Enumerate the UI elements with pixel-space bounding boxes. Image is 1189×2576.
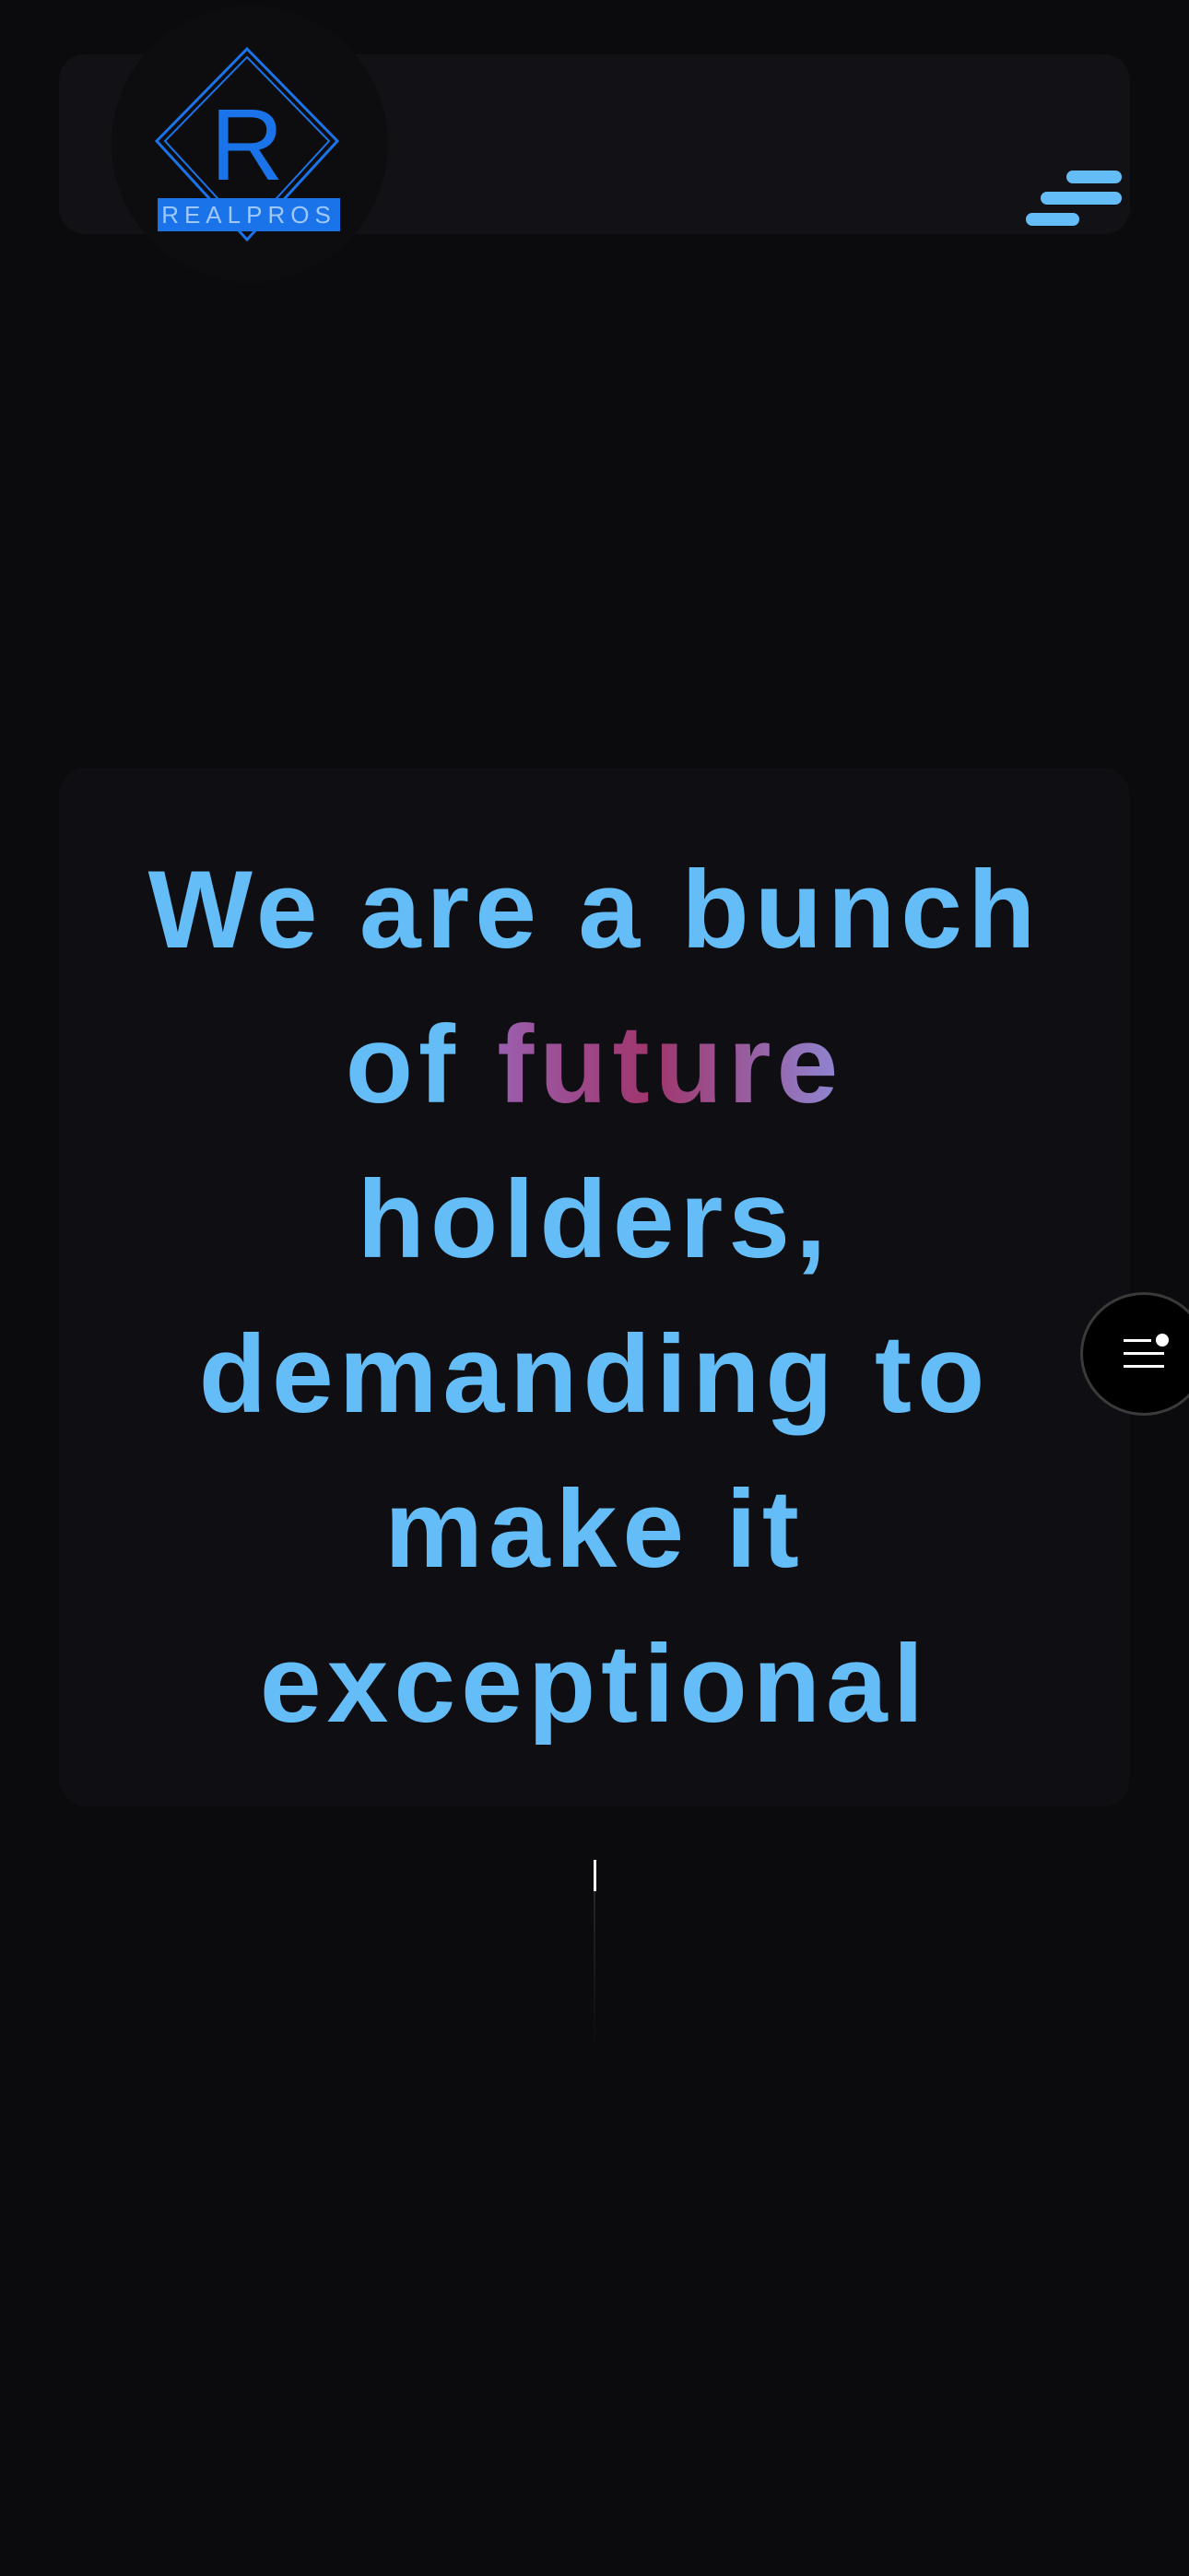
- hero-line-6: exceptional: [259, 1622, 930, 1746]
- menu-icon-bar-top: [1066, 171, 1122, 183]
- list-menu-icon: [1124, 1334, 1169, 1368]
- logo-wordmark: REALPROS: [161, 201, 336, 229]
- hero-line-1: We are a bunch: [147, 848, 1042, 971]
- page: R REALPROS We are a bunch of future hold…: [0, 0, 1189, 2576]
- hero-line-4: demanding to: [198, 1312, 991, 1436]
- hero-line-3: holders,: [357, 1158, 832, 1281]
- menu-icon-bar-middle: [1041, 192, 1122, 205]
- hero-highlight-word: future: [497, 1003, 844, 1126]
- hero-card: We are a bunch of future holders, demand…: [59, 768, 1130, 1806]
- hero-line-5: make it: [384, 1467, 805, 1591]
- hero-line-2: of future: [59, 987, 1130, 1142]
- logo-letter: R: [210, 88, 283, 202]
- menu-button[interactable]: [1020, 163, 1124, 237]
- menu-icon-bar-bottom: [1026, 213, 1079, 226]
- realpros-logo[interactable]: R REALPROS: [150, 46, 344, 244]
- hero-line-2-prefix: of: [345, 1003, 498, 1126]
- scroll-indicator-thumb: [594, 1860, 596, 1891]
- hero-heading: We are a bunch of future holders, demand…: [59, 832, 1130, 1761]
